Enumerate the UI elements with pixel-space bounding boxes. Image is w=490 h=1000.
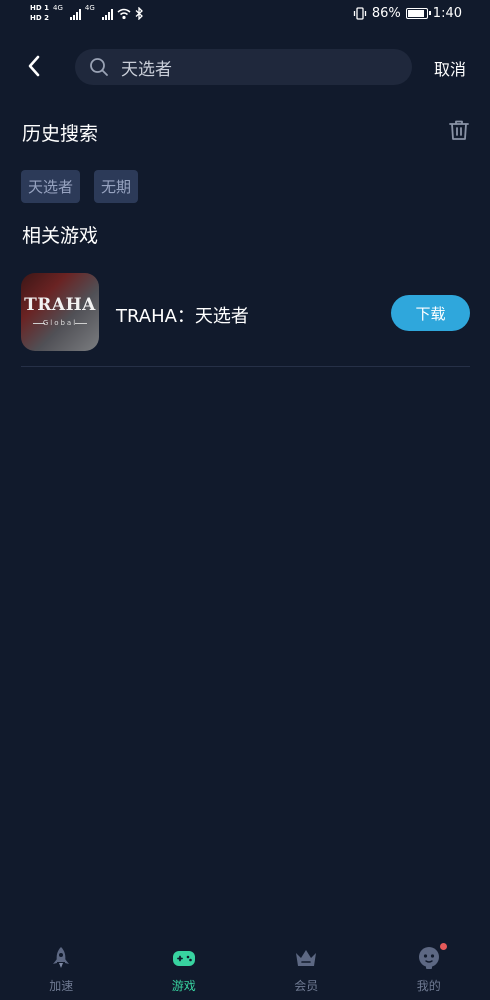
battery-fill	[407, 10, 424, 17]
cancel-button[interactable]: 取消	[434, 56, 466, 80]
clear-history-button[interactable]	[447, 118, 471, 142]
history-tag[interactable]: 无期	[94, 170, 139, 203]
download-button[interactable]: 下载	[391, 295, 470, 331]
status-bar: HD 1 HD 2 4G 4G 86% 1:40	[0, 0, 490, 32]
game-name[interactable]: TRAHA：天选者	[116, 302, 249, 328]
bottom-nav: 加速 游戏 会员 我的	[0, 935, 490, 1000]
search-bar[interactable]	[75, 49, 412, 85]
divider	[21, 366, 470, 367]
back-button[interactable]	[20, 52, 48, 80]
trash-icon	[449, 120, 469, 140]
game-logo-text: TRAHA	[24, 295, 96, 315]
vibrate-icon	[353, 7, 367, 20]
network-type-1: 4G	[52, 4, 63, 12]
nav-label: 我的	[416, 979, 441, 993]
search-screen: HD 1 HD 2 4G 4G 86% 1:40 天选者 取消 历史搜索 天选者…	[0, 0, 490, 1000]
gamepad-icon	[172, 951, 195, 966]
profile-icon	[418, 947, 439, 969]
signal-icon-2	[101, 8, 113, 20]
sim-indicators: HD 1 HD 2	[30, 4, 49, 23]
bluetooth-icon	[135, 7, 143, 20]
history-tag[interactable]: 天选者	[21, 170, 81, 203]
wifi-icon	[117, 8, 131, 19]
battery-icon	[405, 8, 431, 19]
search-input[interactable]	[121, 57, 381, 77]
nav-label: 游戏	[171, 979, 196, 993]
hd2-indicator: HD 2	[30, 14, 49, 22]
game-logo-subtext: Global	[42, 319, 78, 327]
battery-percent: 86%	[371, 6, 401, 21]
signal-icon	[69, 8, 81, 20]
search-icon	[90, 58, 108, 76]
related-games-title: 相关游戏	[22, 225, 99, 247]
nav-label: 会员	[294, 979, 319, 993]
nav-item-membership[interactable]: 会员	[245, 935, 368, 1000]
rocket-icon	[53, 947, 70, 968]
hd1-indicator: HD 1	[30, 4, 49, 12]
history-tags: 天选者 无期	[21, 170, 139, 203]
nav-item-games[interactable]: 游戏	[123, 935, 246, 1000]
status-right: 86% 1:40	[353, 6, 462, 21]
status-left: HD 1 HD 2 4G 4G	[30, 4, 144, 23]
chevron-left-icon	[28, 55, 40, 77]
notification-dot	[439, 943, 447, 950]
game-list-item[interactable]: TRAHA Global TRAHA：天选者 下载	[21, 273, 470, 353]
history-title: 历史搜索	[22, 123, 99, 145]
nav-label: 加速	[49, 979, 74, 993]
clock: 1:40	[432, 6, 462, 21]
nav-item-profile[interactable]: 我的	[368, 935, 490, 1000]
nav-item-accelerate[interactable]: 加速	[0, 935, 123, 1000]
crown-icon	[296, 950, 317, 966]
network-type-2: 4G	[84, 4, 95, 12]
game-icon[interactable]: TRAHA Global	[21, 273, 99, 351]
